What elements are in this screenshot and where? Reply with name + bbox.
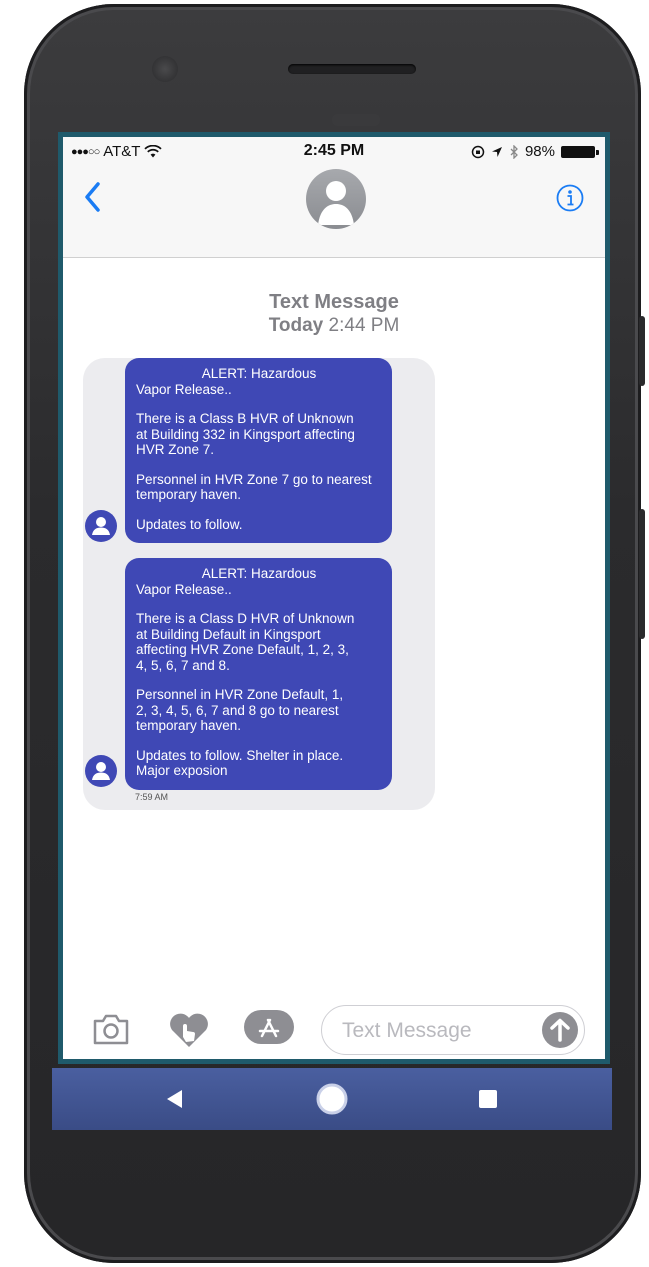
proximity-sensor <box>332 114 380 126</box>
conversation-type-label: Text Message <box>269 291 399 313</box>
person-icon <box>92 517 110 535</box>
message-line: Personnel in HVR Zone Default, 1, 2, 3, … <box>136 687 344 733</box>
digital-touch-heart-icon[interactable] <box>167 1011 211 1049</box>
back-chevron-icon[interactable] <box>81 179 105 215</box>
message-line: Personnel in HVR Zone 7 go to nearest te… <box>136 471 372 503</box>
message-line: Vapor Release.. <box>136 581 232 597</box>
messages-app: ●●●○○ AT&T 2:45 PM 98% Text Message Toda… <box>63 137 605 1059</box>
message-input[interactable] <box>340 1016 534 1046</box>
android-navigation-bar <box>52 1068 612 1130</box>
send-button[interactable] <box>542 1012 578 1048</box>
battery-percent: 98% <box>524 143 555 160</box>
nav-home-icon[interactable] <box>314 1081 350 1117</box>
conversation-date: Today <box>268 315 324 336</box>
person-silhouette-icon <box>318 181 354 225</box>
message-line: There is a Class B HVR of Unknown at Bui… <box>136 411 355 457</box>
conversation-header <box>63 165 605 258</box>
message-text-field[interactable] <box>321 1005 585 1055</box>
app-store-icon[interactable] <box>243 1009 295 1045</box>
front-camera <box>152 56 178 82</box>
volume-button <box>639 509 645 639</box>
nav-recents-icon[interactable] <box>474 1085 502 1113</box>
message-timestamp: 7:59 AM <box>135 792 169 802</box>
status-bar: ●●●○○ AT&T 2:45 PM 98% <box>63 137 605 165</box>
message-line: Updates to follow. <box>136 516 243 532</box>
message-line: Vapor Release.. <box>136 381 232 397</box>
message-bubble[interactable]: ALERT: Hazardous Vapor Release.. There i… <box>125 358 392 543</box>
person-icon <box>92 762 110 780</box>
message-bubble[interactable]: ALERT: Hazardous Vapor Release.. There i… <box>125 558 392 790</box>
phone-screen: ●●●○○ AT&T 2:45 PM 98% Text Message Toda… <box>58 132 610 1064</box>
camera-icon[interactable] <box>91 1013 131 1045</box>
compose-bar <box>63 997 605 1059</box>
earpiece-speaker <box>288 64 416 74</box>
power-button <box>639 316 645 386</box>
contact-avatar[interactable] <box>306 169 366 229</box>
arrow-up-icon <box>550 1018 570 1042</box>
message-line: There is a Class D HVR of Unknown at Bui… <box>136 611 355 673</box>
orientation-lock-icon <box>471 145 485 158</box>
nav-back-icon[interactable] <box>160 1085 188 1113</box>
battery-icon <box>561 145 599 158</box>
sender-avatar[interactable] <box>85 755 117 787</box>
conversation-timestamp: Today 2:44 PM <box>63 315 605 337</box>
status-right: 98% <box>471 143 599 160</box>
location-arrow-icon <box>491 146 502 157</box>
message-title: ALERT: Hazardous <box>201 566 317 581</box>
info-icon[interactable] <box>555 183 585 213</box>
message-title: ALERT: Hazardous <box>201 366 317 381</box>
message-line: Updates to follow. Shelter in place. Maj… <box>136 747 344 779</box>
sender-avatar[interactable] <box>85 510 117 542</box>
conversation-time: 2:44 PM <box>328 315 400 336</box>
bluetooth-icon <box>510 144 518 159</box>
